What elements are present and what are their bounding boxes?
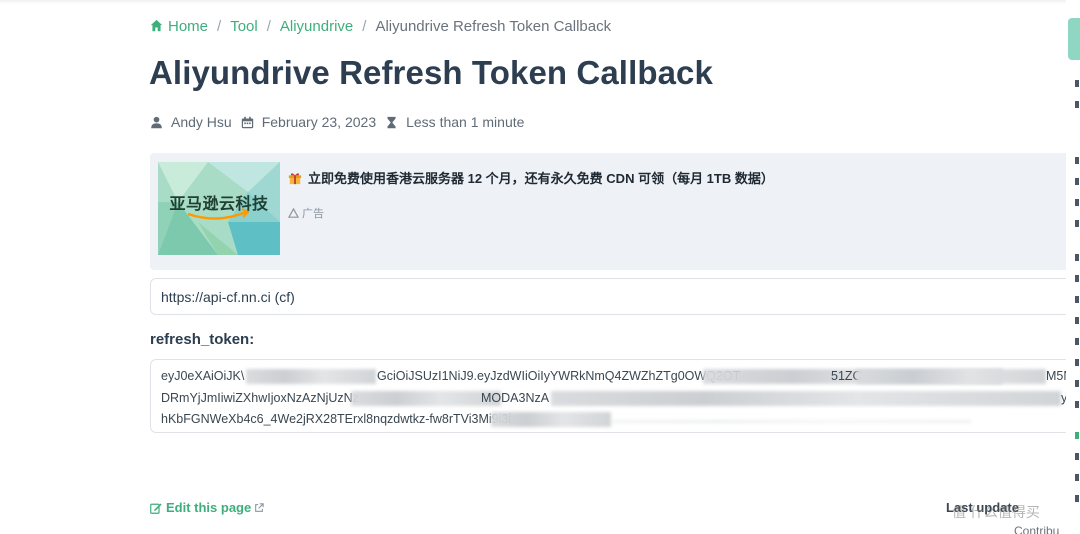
page-title: Aliyundrive Refresh Token Callback xyxy=(149,54,713,91)
external-link-icon xyxy=(255,502,264,512)
breadcrumb-separator: / xyxy=(362,18,367,35)
token-line-2-mid: MODA3NzA xyxy=(481,391,550,405)
token-line-2-start: DRmYjJmIiwiZXhwIjoxNzAzNjUzNz xyxy=(161,391,359,405)
breadcrumb-tool[interactable]: Tool xyxy=(230,18,258,35)
api-endpoint-value: https://api-cf.nn.ci (cf) xyxy=(161,289,295,305)
refresh-token-textarea[interactable]: eyJ0eXAiOiJK\ GciOiJSUzI1NiJ9.eyJzdWIiOi… xyxy=(150,359,1080,433)
reading-time: Less than 1 minute xyxy=(406,114,525,130)
breadcrumb-aliyundrive[interactable]: Aliyundrive xyxy=(280,18,353,35)
edit-page-label: Edit this page xyxy=(166,500,252,515)
api-endpoint-select[interactable]: https://api-cf.nn.ci (cf) xyxy=(150,278,1080,315)
breadcrumb-home[interactable]: Home xyxy=(150,18,208,35)
user-icon xyxy=(151,116,162,128)
ad-label: 广告 xyxy=(288,205,324,221)
redaction-blur xyxy=(246,369,376,384)
token-line-3-start: hKbFGNWeXb4c6_4We2jRX28TErxl8nqzdwtkz-fw… xyxy=(161,412,512,426)
token-line-1-start: eyJ0eXAiOiJK\ xyxy=(161,369,245,383)
date-info: February 23, 2023 xyxy=(241,114,376,130)
home-icon xyxy=(150,19,163,32)
edit-page-link[interactable]: Edit this page xyxy=(150,500,264,515)
breadcrumb-current: Aliyundrive Refresh Token Callback xyxy=(375,18,612,35)
ad-headline[interactable]: 立即免费使用香港云服务器 12 个月，还有永久免费 CDN 可领（每月 1TB … xyxy=(288,168,774,187)
breadcrumb-home-label: Home xyxy=(168,18,209,35)
reading-time-info: Less than 1 minute xyxy=(385,114,524,130)
author-name: Andy Hsu xyxy=(171,114,232,130)
ad-image-text: 亚马逊云科技 xyxy=(169,196,269,213)
edit-icon xyxy=(150,503,162,514)
ad-label-text: 广告 xyxy=(302,208,324,220)
ad-headline-text: 立即免费使用香港云服务器 12 个月，还有永久免费 CDN 可领（每月 1TB … xyxy=(308,171,774,186)
breadcrumb-separator: / xyxy=(217,18,222,35)
gift-icon xyxy=(288,172,302,184)
redaction-blur xyxy=(551,391,1061,406)
redaction-blur xyxy=(856,369,1046,384)
ad-image[interactable]: 亚马逊云科技 xyxy=(158,162,280,255)
top-bar-shadow xyxy=(0,0,1080,4)
breadcrumb: Home / Tool / Aliyundrive / Aliyundrive … xyxy=(150,18,611,35)
redaction-blur xyxy=(611,420,971,423)
page-meta: Andy Hsu February 23, 2023 Less than 1 m… xyxy=(150,114,533,130)
breadcrumb-separator: / xyxy=(266,18,271,35)
publish-date: February 23, 2023 xyxy=(261,114,377,130)
redaction-blur xyxy=(491,412,611,427)
contributors: Contribu xyxy=(1014,524,1060,534)
hourglass-icon xyxy=(387,116,396,128)
ad-triangle-icon xyxy=(288,207,299,218)
refresh-token-label: refresh_token: xyxy=(150,331,255,348)
token-line-1-mid: GciOiJSUzI1NiJ9.eyJzdWIiOiIyYWRkNmQ4ZWZh… xyxy=(377,369,741,383)
author-info[interactable]: Andy Hsu xyxy=(150,114,232,130)
watermark: 值 什么值得买 xyxy=(952,504,1040,520)
calendar-icon xyxy=(241,116,253,128)
advertisement-banner[interactable]: 亚马逊云科技 立即免费使用香港云服务器 12 个月，还有永久免费 CDN 可领（… xyxy=(150,153,1080,270)
right-sidebar-tab[interactable] xyxy=(1068,18,1080,60)
redaction-blur xyxy=(351,391,501,406)
